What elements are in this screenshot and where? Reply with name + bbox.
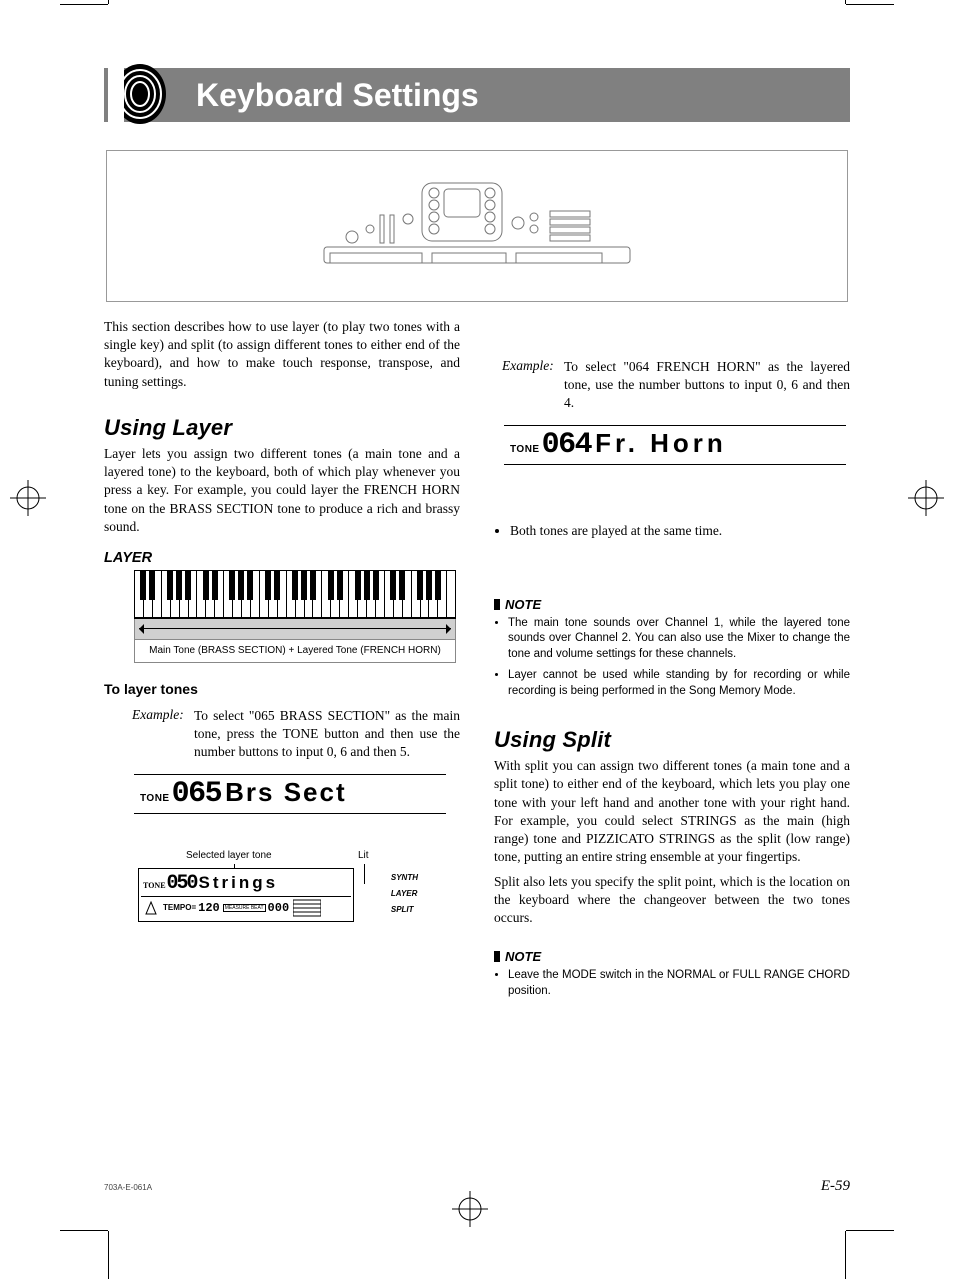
crop-mark	[845, 0, 846, 4]
layer-diagram-label: LAYER	[104, 550, 460, 566]
left-column: This section describes how to use layer …	[104, 318, 460, 1139]
tone-digits: 065	[172, 777, 222, 811]
example-label: Example:	[502, 358, 564, 413]
layer-description: Layer lets you assign two different tone…	[104, 445, 460, 536]
footer-page-number: E-59	[821, 1178, 850, 1195]
layer-diagram-caption: Main Tone (BRASS SECTION) + Layered Tone…	[134, 640, 456, 663]
lcd-measure-value: 000	[268, 901, 290, 915]
example-text: To select "065 BRASS SECTION" as the mai…	[194, 707, 460, 762]
lcd-tempo-value: 120	[198, 901, 220, 915]
lcd-right-synth: SYNTH	[391, 870, 418, 886]
clef-icon	[293, 899, 321, 917]
crop-mark	[846, 1230, 894, 1231]
footer-doc-code: 703A-E-061A	[104, 1183, 152, 1192]
tone-digits: 064	[542, 428, 592, 462]
layer-example-2: Example: To select "064 FRENCH HORN" as …	[502, 358, 850, 413]
lcd-tone-digits: 050	[167, 872, 197, 895]
note-heading: NOTE	[494, 949, 850, 964]
layer-note-list: The main tone sounds over Channel 1, whi…	[494, 616, 850, 700]
note-item: Layer cannot be used while standing by f…	[508, 668, 850, 699]
tone-label: TONE	[510, 444, 540, 455]
page-footer: 703A-E-061A E-59	[104, 1178, 850, 1195]
right-column: Example: To select "064 FRENCH HORN" as …	[494, 318, 850, 1139]
body-columns: This section describes how to use layer …	[104, 318, 850, 1139]
lcd-tone-label: TONE	[143, 881, 166, 890]
lcd-tone-name: Strings	[199, 873, 279, 893]
note-item: The main tone sounds over Channel 1, whi…	[508, 616, 850, 663]
layer-piano-diagram: Main Tone (BRASS SECTION) + Layered Tone…	[134, 570, 456, 663]
tone-name: Fr. Horn	[595, 428, 727, 459]
layer-example-1: Example: To select "065 BRASS SECTION" a…	[132, 707, 460, 762]
crop-mark	[60, 1230, 108, 1231]
registration-mark	[10, 480, 46, 516]
section-title: Keyboard Settings	[196, 60, 479, 130]
intro-paragraph: This section describes how to use layer …	[104, 318, 460, 391]
crop-mark	[108, 0, 109, 4]
lcd-measure-label: MEASURE BEAT	[223, 904, 266, 912]
tone-display-064: TONE 064 Fr. Horn	[504, 425, 846, 465]
tone-name: Brs Sect	[225, 777, 347, 808]
tone-label: TONE	[140, 793, 170, 804]
split-note-list: Leave the MODE switch in the NORMAL or F…	[494, 968, 850, 999]
lcd-right-split: SPLIT	[391, 902, 418, 918]
using-split-heading: Using Split	[494, 727, 850, 753]
registration-mark	[452, 1191, 488, 1227]
split-description-2: Split also lets you specify the split po…	[494, 873, 850, 928]
crop-mark	[846, 4, 894, 5]
registration-mark	[908, 480, 944, 516]
split-description-1: With split you can assign two different …	[494, 757, 850, 866]
crop-mark	[60, 4, 108, 5]
lcd-right-layer: LAYER	[391, 886, 418, 902]
keyboard-outline-icon	[322, 171, 632, 281]
metronome-icon	[143, 900, 159, 916]
lcd-label-left: Selected layer tone	[186, 850, 272, 861]
layer-result-list: Both tones are played at the same time.	[494, 523, 850, 539]
layer-result-item: Both tones are played at the same time.	[510, 523, 850, 539]
page-root: Keyboard Settings	[0, 0, 954, 1235]
to-layer-tones-heading: To layer tones	[104, 681, 460, 697]
example-text: To select "064 FRENCH HORN" as the layer…	[564, 358, 850, 413]
note-item: Leave the MODE switch in the NORMAL or F…	[508, 968, 850, 999]
note-heading: NOTE	[494, 597, 850, 612]
section-header: Keyboard Settings	[104, 60, 850, 130]
lcd-tempo-label: TEMPO=	[163, 903, 196, 912]
lcd-label-right: Lit	[358, 850, 369, 861]
example-label: Example:	[132, 707, 194, 762]
using-layer-heading: Using Layer	[104, 415, 460, 441]
lcd-detail-display: Selected layer tone Lit TONE 050 Strings…	[138, 850, 418, 922]
instrument-illustration	[106, 150, 848, 302]
tone-display-065: TONE 065 Brs Sect	[134, 774, 446, 814]
crop-mark	[845, 1231, 846, 1279]
crop-mark	[108, 1231, 109, 1279]
header-medallion-icon	[108, 58, 180, 135]
